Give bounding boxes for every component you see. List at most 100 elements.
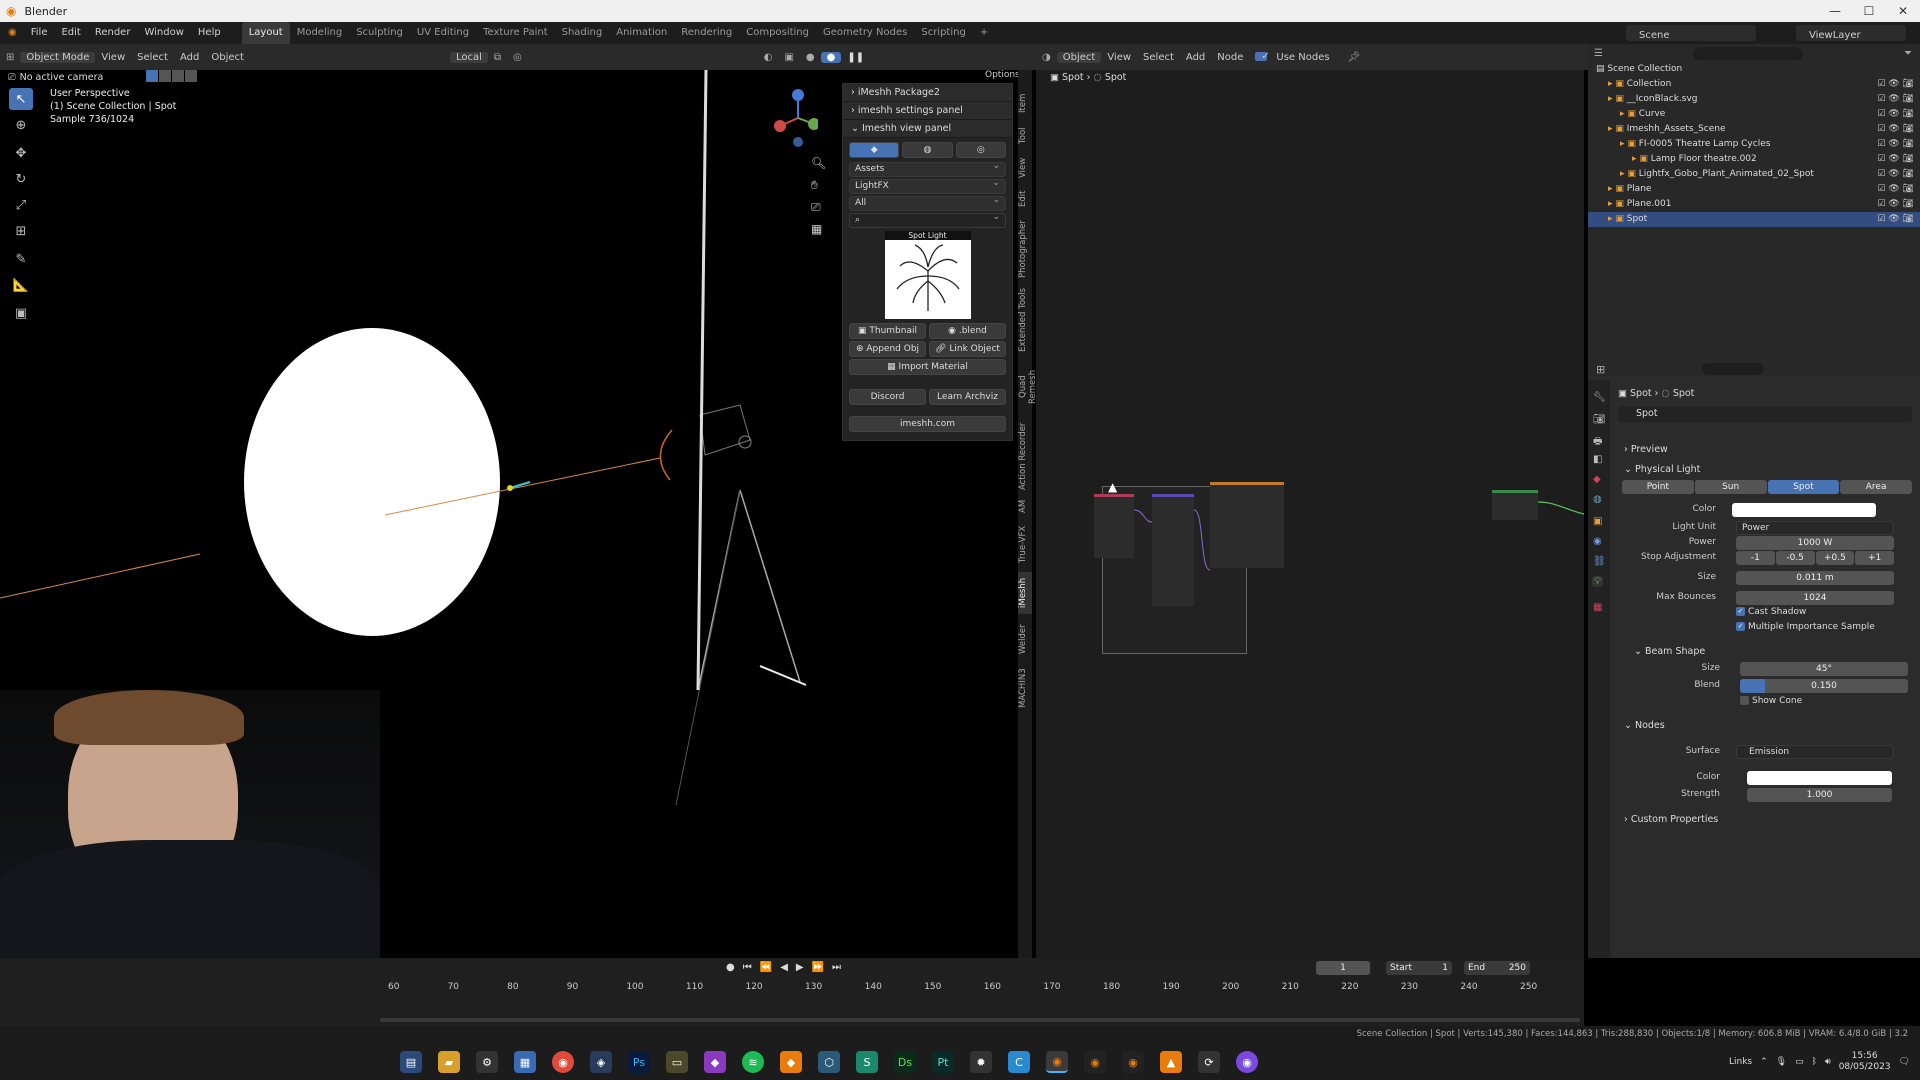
light-unit-dropdown[interactable]: Power bbox=[1736, 521, 1894, 535]
texture-tab-icon[interactable]: ▦ bbox=[1593, 602, 1602, 613]
start-frame-field[interactable]: Start 1 bbox=[1386, 961, 1452, 975]
menu-render[interactable]: Render bbox=[88, 22, 138, 44]
nodes-header[interactable]: ⌄ Nodes bbox=[1624, 720, 1665, 731]
tab-extended-tools[interactable]: Extended Tools bbox=[1018, 286, 1032, 354]
hdri-tab-icon[interactable]: ◎ bbox=[955, 142, 1006, 158]
tab-view[interactable]: View bbox=[1018, 154, 1032, 182]
node-editor-canvas[interactable]: ▣ Spot › ◌ Spot ▲ bbox=[1036, 70, 1584, 958]
models-tab-icon[interactable]: ◆ bbox=[849, 142, 900, 158]
outliner-row[interactable]: ▸ ▣ __IconBlack.svg ☑ 👁︎ 📷︎ bbox=[1588, 92, 1920, 107]
notes-icon[interactable]: ▭ bbox=[666, 1051, 688, 1073]
power-field[interactable]: 1000 W bbox=[1736, 536, 1894, 550]
bluetooth-icon[interactable]: ᛒ bbox=[1812, 1057, 1817, 1067]
visibility-toggles[interactable]: ☑ 👁︎ 📷︎ bbox=[1877, 122, 1914, 137]
light-type-sun[interactable]: Sun bbox=[1694, 480, 1767, 494]
properties-type-icon[interactable]: ⊞ bbox=[1596, 363, 1605, 376]
sketchup-icon[interactable]: ⬡ bbox=[818, 1051, 840, 1073]
jump-start-icon[interactable]: ⏮ bbox=[743, 962, 752, 973]
designer-icon[interactable]: Ds bbox=[894, 1051, 916, 1073]
blender-alt-icon[interactable]: ◉ bbox=[1084, 1051, 1106, 1073]
properties-search-input[interactable] bbox=[1702, 363, 1764, 375]
assets-dropdown[interactable]: Assets bbox=[849, 160, 1006, 177]
asset-search-input[interactable]: ⌕ bbox=[849, 211, 1006, 228]
tab-action-recorder[interactable]: Action Recorder bbox=[1018, 420, 1032, 492]
custom-properties-header[interactable]: › Custom Properties bbox=[1624, 814, 1718, 825]
use-nodes-checkbox[interactable]: ✓ Use Nodes bbox=[1249, 52, 1341, 63]
substance-s-icon[interactable]: S bbox=[856, 1051, 878, 1073]
outliner-row[interactable]: ▤ Scene Collection bbox=[1588, 62, 1920, 77]
import-material-button[interactable]: ▦ Import Material bbox=[849, 359, 1006, 375]
menu-window[interactable]: Window bbox=[137, 22, 190, 44]
visibility-toggles[interactable]: ☑ 👁︎ 📷︎ bbox=[1877, 182, 1914, 197]
tab-animation[interactable]: Animation bbox=[609, 22, 674, 44]
end-frame-field[interactable]: End 250 bbox=[1464, 961, 1530, 975]
outliner-row[interactable]: ▸ ▣ FI-0005 Theatre Lamp Cycles ☑ 👁︎ 📷︎ bbox=[1588, 137, 1920, 152]
materials-tab-icon[interactable]: ◍ bbox=[902, 142, 953, 158]
record-icon[interactable]: ● bbox=[726, 962, 735, 973]
painter-icon[interactable]: Pt bbox=[932, 1051, 954, 1073]
mic-icon[interactable]: 🎙︎ bbox=[1776, 1057, 1787, 1067]
outliner-row[interactable]: ▸ ▣ Spot ☑ 👁︎ 📷︎ bbox=[1588, 212, 1920, 227]
light-type-point[interactable]: Point bbox=[1622, 480, 1694, 494]
tab-welder[interactable]: Welder bbox=[1018, 618, 1032, 660]
light-type-area[interactable]: Area bbox=[1840, 480, 1912, 494]
explorer-icon[interactable]: ▤ bbox=[400, 1051, 422, 1073]
outliner-type-icon[interactable]: ☰ bbox=[1594, 48, 1603, 59]
pin-icon[interactable]: 📌︎ bbox=[1342, 52, 1367, 63]
output-tab-icon[interactable]: 🖶︎ bbox=[1593, 434, 1602, 451]
node-node-menu[interactable]: Node bbox=[1211, 52, 1249, 63]
mode-dropdown[interactable]: Object Mode bbox=[20, 51, 96, 63]
tab-true-vfx[interactable]: True-VFX bbox=[1018, 520, 1032, 568]
blender-menu-icon[interactable]: ◉ bbox=[0, 22, 24, 44]
tab-shading[interactable]: Shading bbox=[555, 22, 610, 44]
tab-scripting[interactable]: Scripting bbox=[914, 22, 972, 44]
close-icon[interactable]: ✕ bbox=[1886, 0, 1920, 22]
filter-icon[interactable]: ⏷ bbox=[1904, 48, 1912, 59]
outliner-row[interactable]: ▸ ▣ Curve ☑ 👁︎ 📷︎ bbox=[1588, 107, 1920, 122]
surface-shader-dropdown[interactable]: Emission bbox=[1736, 745, 1894, 759]
imeshh-settings-header[interactable]: › imeshh settings panel bbox=[843, 102, 1012, 120]
stop-minus-half-button[interactable]: -0.5 bbox=[1775, 551, 1815, 565]
outliner-search-input[interactable] bbox=[1692, 46, 1803, 60]
node-select-menu[interactable]: Select bbox=[1137, 52, 1180, 63]
view-menu[interactable]: View bbox=[95, 52, 131, 63]
blender-alt2-icon[interactable]: ◉ bbox=[1122, 1051, 1144, 1073]
visibility-toggles[interactable]: ☑ 👁︎ 📷︎ bbox=[1877, 167, 1914, 182]
calculator-icon[interactable]: ▦ bbox=[514, 1051, 536, 1073]
play-reverse-icon[interactable]: ◀ bbox=[780, 962, 788, 973]
max-bounces-field[interactable]: 1024 bbox=[1736, 591, 1894, 605]
outliner-row[interactable]: ▸ ▣ Lamp Floor theatre.002 ☑ 👁︎ 📷︎ bbox=[1588, 152, 1920, 167]
tab-modeling[interactable]: Modeling bbox=[290, 22, 350, 44]
category-dropdown[interactable]: LightFX bbox=[849, 177, 1006, 194]
menu-help[interactable]: Help bbox=[191, 22, 228, 44]
notifications-icon[interactable]: 🗨︎ bbox=[1899, 1057, 1910, 1067]
folder-icon[interactable]: ▰ bbox=[438, 1051, 460, 1073]
link-object-button[interactable]: 🔗︎ Link Object bbox=[929, 341, 1006, 357]
node-add-menu[interactable]: Add bbox=[1180, 52, 1211, 63]
outliner-row[interactable]: ▸ ▣ Plane.001 ☑ 👁︎ 📷︎ bbox=[1588, 197, 1920, 212]
outliner-row[interactable]: ▸ ▣ Lightfx_Gobo_Plant_Animated_02_Spot ☑… bbox=[1588, 167, 1920, 182]
node-tree-type-dropdown[interactable]: Object bbox=[1056, 51, 1102, 63]
visibility-toggles[interactable]: ☑ 👁︎ 📷︎ bbox=[1877, 77, 1914, 92]
visibility-toggles[interactable]: ☑ 👁︎ 📷︎ bbox=[1877, 137, 1914, 152]
tab-photographer[interactable]: Photographer bbox=[1018, 216, 1032, 282]
mis-checkbox[interactable]: ✓ Multiple Importance Sample bbox=[1736, 622, 1875, 632]
vlc-icon[interactable]: ▲ bbox=[1160, 1051, 1182, 1073]
world-tab-icon[interactable]: ◍ bbox=[1593, 494, 1602, 505]
physics-tab-icon[interactable]: ◉ bbox=[1593, 536, 1602, 547]
learn-archviz-button[interactable]: Learn Archviz bbox=[929, 389, 1006, 405]
spotify-icon[interactable]: ≋ bbox=[742, 1051, 764, 1073]
strength-field[interactable]: 1.000 bbox=[1747, 788, 1892, 802]
timeline-ruler[interactable]: 60 70 80 90 100 110 120 130 140 150 160 170 180 190 20… bbox=[0, 980, 1584, 994]
stop-plus-1-button[interactable]: +1 bbox=[1855, 551, 1894, 565]
prev-keyframe-icon[interactable]: ⏪ bbox=[760, 962, 772, 973]
timeline-scrollbar[interactable] bbox=[380, 1018, 1580, 1022]
visibility-toggles[interactable]: ☑ 👁︎ 📷︎ bbox=[1877, 152, 1914, 167]
spot-size-field[interactable]: 45° bbox=[1740, 662, 1908, 676]
chrome-icon[interactable]: ◉ bbox=[552, 1051, 574, 1073]
links-toolbar[interactable]: Links bbox=[1729, 1057, 1752, 1067]
light-datablock-field[interactable]: Spot bbox=[1618, 406, 1912, 422]
tab-imeshh[interactable]: iMeshh bbox=[1018, 572, 1032, 614]
tab-uv-editing[interactable]: UV Editing bbox=[410, 22, 476, 44]
outliner-row[interactable]: ▸ ▣ Imeshh_Assets_Scene ☑ 👁︎ 📷︎ bbox=[1588, 122, 1920, 137]
